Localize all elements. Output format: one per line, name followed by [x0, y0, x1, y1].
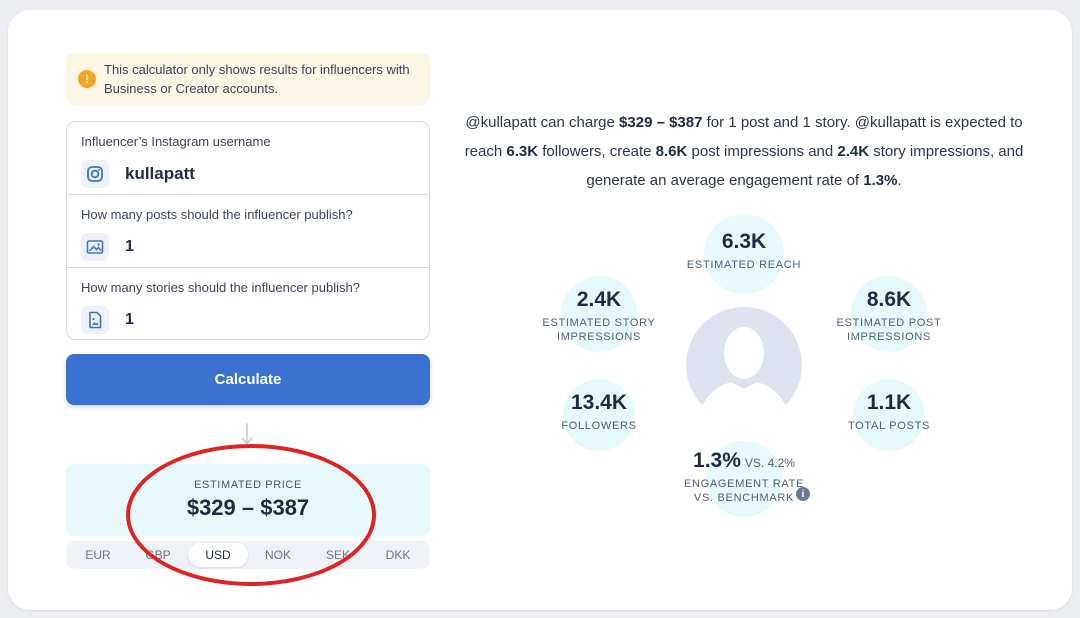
- currency-usd[interactable]: USD: [188, 543, 248, 567]
- benchmark-value: VS. 4.2%: [744, 456, 795, 470]
- currency-eur[interactable]: EUR: [68, 543, 128, 567]
- summary-text: .: [897, 172, 902, 189]
- summary-reach: 6.3K: [506, 143, 539, 160]
- summary-price: $329 – $387: [619, 114, 703, 131]
- stories-label: How many stories should the influencer p…: [81, 280, 360, 295]
- summary-text: @kullapatt can charge: [465, 114, 620, 131]
- post-impressions-value: 8.6K: [866, 288, 912, 311]
- stat-post-impressions: 8.6K ESTIMATED POST IMPRESSIONS: [809, 276, 969, 352]
- stat-followers: 13.4K FOLLOWERS: [519, 379, 679, 451]
- arrow-down-icon: [241, 423, 253, 445]
- summary-post-impressions: 8.6K: [655, 143, 688, 160]
- followers-value: 13.4K: [570, 391, 628, 414]
- result-summary: @kullapatt can charge $329 – $387 for 1 …: [460, 108, 1028, 195]
- estimated-price-box: ESTIMATED PRICE $329 – $387: [66, 464, 430, 536]
- reach-label: ESTIMATED REACH: [686, 259, 802, 271]
- followers-label: FOLLOWERS: [561, 420, 637, 432]
- summary-text: post impressions and: [687, 143, 838, 160]
- summary-engagement: 1.3%: [863, 172, 898, 189]
- image-icon: [81, 233, 109, 261]
- avatar-placeholder: [686, 307, 802, 423]
- summary-text: followers, create: [538, 143, 656, 160]
- posts-label: How many posts should the influencer pub…: [81, 207, 353, 222]
- stat-engagement-rate: 1.3% VS. 4.2% ENGAGEMENT RATE VS. BENCHMAR…: [654, 441, 834, 517]
- summary-story-impressions: 2.4K: [837, 143, 870, 160]
- stories-field[interactable]: How many stories should the influencer p…: [67, 268, 429, 339]
- calculator-form: Influencer’s Instagram username kullapat…: [66, 121, 430, 340]
- stat-total-posts: 1.1K TOTAL POSTS: [809, 379, 969, 451]
- info-icon: !: [78, 70, 96, 88]
- stat-estimated-reach: 6.3K ESTIMATED REACH: [664, 214, 824, 294]
- username-field[interactable]: Influencer’s Instagram username kullapat…: [67, 122, 429, 195]
- total-posts-label: TOTAL POSTS: [847, 420, 931, 432]
- currency-sek[interactable]: SEK: [308, 543, 368, 567]
- user-silhouette-icon: [698, 327, 790, 423]
- engagement-label: ENGAGEMENT RATE VS. BENCHMARK: [683, 478, 805, 504]
- stories-input[interactable]: 1: [125, 311, 134, 329]
- notice-text: This calculator only shows results for i…: [104, 62, 410, 96]
- posts-input[interactable]: 1: [125, 238, 134, 256]
- currency-nok[interactable]: NOK: [248, 543, 308, 567]
- reach-value: 6.3K: [721, 230, 767, 253]
- instagram-icon: [81, 160, 109, 188]
- story-impressions-value: 2.4K: [576, 288, 622, 311]
- username-input[interactable]: kullapatt: [125, 164, 195, 184]
- engagement-value: 1.3%: [693, 449, 741, 472]
- story-icon: [81, 306, 109, 334]
- price-label: ESTIMATED PRICE: [194, 479, 302, 491]
- story-impressions-label: ESTIMATED STORY IMPRESSIONS: [542, 317, 656, 343]
- username-label: Influencer’s Instagram username: [81, 134, 271, 149]
- currency-dkk[interactable]: DKK: [368, 543, 428, 567]
- total-posts-value: 1.1K: [866, 391, 912, 414]
- currency-gbp[interactable]: GBP: [128, 543, 188, 567]
- post-impressions-label: ESTIMATED POST IMPRESSIONS: [836, 317, 942, 343]
- stat-story-impressions: 2.4K ESTIMATED STORY IMPRESSIONS: [519, 276, 679, 352]
- posts-field[interactable]: How many posts should the influencer pub…: [67, 195, 429, 268]
- currency-selector: EUR GBP USD NOK SEK DKK: [66, 541, 430, 569]
- price-value: $329 – $387: [186, 495, 310, 520]
- account-type-notice: ! This calculator only shows results for…: [66, 53, 430, 105]
- calculate-button[interactable]: Calculate: [66, 354, 430, 405]
